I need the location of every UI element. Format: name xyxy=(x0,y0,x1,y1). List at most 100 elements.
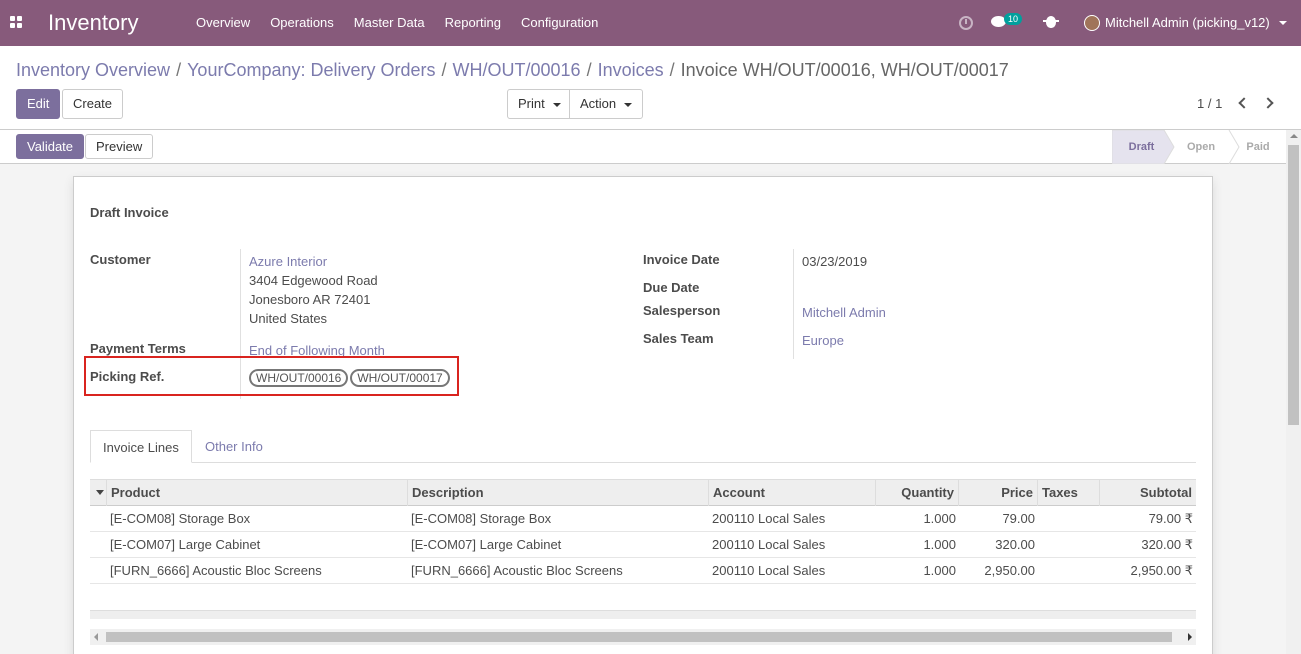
pager-next-button[interactable] xyxy=(1262,96,1277,110)
customer-name-link[interactable]: Azure Interior xyxy=(249,254,327,269)
breadcrumb-separator: / xyxy=(586,60,592,80)
stage-paid[interactable]: Paid xyxy=(1236,130,1280,164)
sheet-title: Draft Invoice xyxy=(90,205,169,220)
breadcrumb-picking[interactable]: WH/OUT/00016 xyxy=(453,60,581,80)
scroll-up-icon[interactable] xyxy=(1290,134,1298,138)
user-menu[interactable]: Mitchell Admin (picking_v12) xyxy=(1105,0,1270,46)
menu-reporting[interactable]: Reporting xyxy=(435,0,511,46)
table-header: Product Description Account Quantity Pri… xyxy=(90,479,1196,506)
chat-count-badge: 10 xyxy=(1004,13,1023,25)
apps-menu-icon[interactable] xyxy=(10,16,22,28)
cell-price: 2,950.00 xyxy=(984,563,1035,578)
cell-product: [E-COM07] Large Cabinet xyxy=(110,537,261,552)
user-avatar[interactable] xyxy=(1084,15,1100,31)
breadcrumb-separator: / xyxy=(176,60,182,80)
column-header-subtotal[interactable]: Subtotal xyxy=(1100,480,1196,506)
chevron-down-icon[interactable] xyxy=(1279,21,1287,25)
cell-product: [E-COM08] Storage Box xyxy=(110,511,251,526)
notebook-tabs: Invoice Lines Other Info xyxy=(90,430,1196,463)
print-dropdown[interactable]: Print xyxy=(507,89,572,119)
sales-team-label: Sales Team xyxy=(643,331,714,346)
scrollbar-thumb[interactable] xyxy=(106,632,1172,642)
customer-address-line: 3404 Edgewood Road xyxy=(249,273,378,288)
cell-taxes xyxy=(1038,506,1100,532)
horizontal-scrollbar[interactable] xyxy=(90,629,1196,645)
cell-subtotal: 2,950.00 ₹ xyxy=(1130,563,1194,578)
chevron-down-icon xyxy=(624,102,633,107)
scrollbar-thumb[interactable] xyxy=(1288,145,1299,425)
invoice-date-label: Invoice Date xyxy=(643,252,720,267)
menu-overview[interactable]: Overview xyxy=(186,0,260,46)
cell-product: [FURN_6666] Acoustic Bloc Screens xyxy=(110,563,322,578)
cell-taxes xyxy=(1038,558,1100,584)
top-navbar: Inventory Overview Operations Master Dat… xyxy=(0,0,1301,46)
cell-account: 200110 Local Sales xyxy=(712,563,826,578)
column-header-product[interactable]: Product xyxy=(107,480,408,506)
breadcrumb-current: Invoice WH/OUT/00016, WH/OUT/00017 xyxy=(680,60,1009,80)
sales-team-link[interactable]: Europe xyxy=(802,333,844,348)
salesperson-label: Salesperson xyxy=(643,303,721,318)
scroll-right-icon[interactable] xyxy=(1188,633,1192,641)
breadcrumb-separator: / xyxy=(669,60,675,80)
table-row[interactable]: [E-COM08] Storage Box [E-COM08] Storage … xyxy=(90,506,1196,532)
edit-button[interactable]: Edit xyxy=(16,89,61,119)
scroll-left-icon[interactable] xyxy=(94,633,98,641)
cell-description: [E-COM07] Large Cabinet xyxy=(411,537,562,552)
table-footer xyxy=(90,610,1196,619)
highlight-box xyxy=(84,356,459,396)
customer-address-line: United States xyxy=(249,311,328,326)
menu-operations[interactable]: Operations xyxy=(260,0,344,46)
breadcrumb-invoices[interactable]: Invoices xyxy=(598,60,664,80)
column-header-price[interactable]: Price xyxy=(959,480,1038,506)
handle-column[interactable] xyxy=(90,480,107,506)
column-header-description[interactable]: Description xyxy=(408,480,709,506)
table-row[interactable]: [E-COM07] Large Cabinet [E-COM07] Large … xyxy=(90,532,1196,558)
breadcrumb: Inventory Overview / YourCompany: Delivery… xyxy=(16,60,1009,81)
tab-invoice-lines[interactable]: Invoice Lines xyxy=(90,430,192,463)
menu-master-data[interactable]: Master Data xyxy=(344,0,435,46)
caret-down-icon xyxy=(96,490,104,495)
field-divider xyxy=(793,249,794,359)
invoice-sheet: Draft Invoice Customer Azure Interior 34… xyxy=(73,176,1213,654)
cell-quantity: 1.000 xyxy=(923,537,956,552)
due-date-label: Due Date xyxy=(643,280,700,295)
column-header-account[interactable]: Account xyxy=(709,480,876,506)
activity-clock-icon[interactable] xyxy=(959,16,973,30)
pager-value[interactable]: 1 / 1 xyxy=(1197,96,1222,111)
cell-quantity: 1.000 xyxy=(923,511,956,526)
cell-price: 320.00 xyxy=(995,537,1035,552)
preview-button[interactable]: Preview xyxy=(85,134,154,159)
column-header-taxes[interactable]: Taxes xyxy=(1038,480,1100,506)
form-view: Draft Invoice Customer Azure Interior 34… xyxy=(0,164,1286,654)
statusbar: Validate Preview Draft Open Paid xyxy=(0,130,1301,164)
menu-configuration[interactable]: Configuration xyxy=(511,0,608,46)
action-dropdown[interactable]: Action xyxy=(569,89,644,119)
cell-price: 79.00 xyxy=(1002,511,1035,526)
chevron-right-icon xyxy=(1262,97,1274,109)
chevron-left-icon xyxy=(1238,97,1250,109)
stage-draft[interactable]: Draft xyxy=(1114,130,1169,164)
cell-account: 200110 Local Sales xyxy=(712,511,826,526)
cell-taxes xyxy=(1038,532,1100,558)
breadcrumb-delivery-orders[interactable]: YourCompany: Delivery Orders xyxy=(187,60,435,80)
pager-previous-button[interactable] xyxy=(1236,96,1250,110)
create-button[interactable]: Create xyxy=(62,89,124,119)
breadcrumb-separator: / xyxy=(441,60,447,80)
validate-button[interactable]: Validate xyxy=(16,134,85,159)
table-row[interactable]: [FURN_6666] Acoustic Bloc Screens [FURN_… xyxy=(90,558,1196,584)
column-header-quantity[interactable]: Quantity xyxy=(876,480,959,506)
breadcrumb-inventory-overview[interactable]: Inventory Overview xyxy=(16,60,170,80)
debug-bug-icon[interactable] xyxy=(1043,16,1059,28)
chevron-down-icon xyxy=(552,102,561,107)
customer-label: Customer xyxy=(90,252,151,267)
cell-account: 200110 Local Sales xyxy=(712,537,826,552)
salesperson-link[interactable]: Mitchell Admin xyxy=(802,305,886,320)
cell-description: [E-COM08] Storage Box xyxy=(411,511,552,526)
main-menu: Overview Operations Master Data Reportin… xyxy=(186,0,608,46)
tab-other-info[interactable]: Other Info xyxy=(193,430,275,463)
invoice-date-value[interactable]: 03/23/2019 xyxy=(802,254,867,269)
stage-open[interactable]: Open xyxy=(1176,130,1226,164)
app-name: Inventory xyxy=(48,10,139,35)
print-label: Print xyxy=(518,96,545,111)
vertical-scrollbar[interactable] xyxy=(1286,130,1301,654)
